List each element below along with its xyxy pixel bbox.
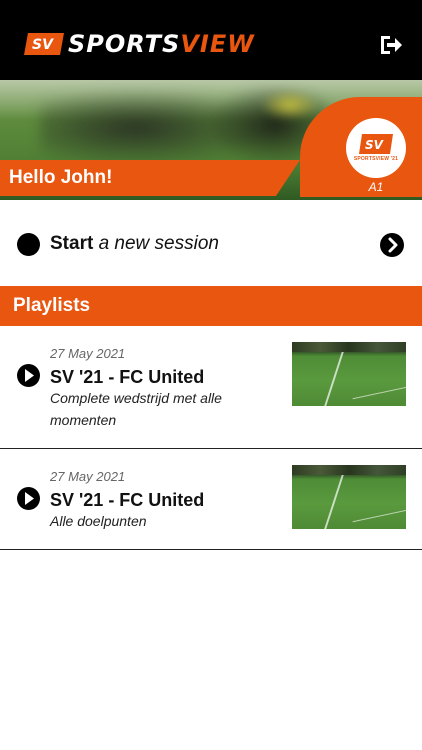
sportsview-logo: SV SPORTSVIEW xyxy=(24,30,255,58)
start-session-label: Start a new session xyxy=(50,233,219,255)
play-icon[interactable] xyxy=(17,487,40,510)
playlist-description: Alle doelpunten xyxy=(50,513,147,529)
playlist-thumbnail[interactable] xyxy=(292,342,406,406)
team-code: A1 xyxy=(368,180,384,194)
divider xyxy=(0,549,422,550)
svg-text:SV: SV xyxy=(32,37,54,53)
sv-badge-icon: SV xyxy=(359,134,393,154)
logo-sports-text: SPORTS xyxy=(68,30,181,58)
greeting-text: Hello John! xyxy=(9,167,113,188)
team-badge-label: SPORTSVIEW '21 xyxy=(353,156,399,162)
start-rest: a new session xyxy=(93,233,219,254)
chevron-right-icon[interactable] xyxy=(380,233,404,257)
app-header: SV SPORTSVIEW xyxy=(0,0,422,80)
start-session-row[interactable]: Start a new session xyxy=(0,200,422,286)
logo-wordmark: SPORTSVIEW xyxy=(68,30,255,58)
playlist-item[interactable]: 27 May 2021 SV '21 - FC United Alle doel… xyxy=(0,449,422,549)
team-badge[interactable]: SV SPORTSVIEW '21 xyxy=(346,118,406,178)
record-icon xyxy=(17,233,40,256)
playlists-header: Playlists xyxy=(0,286,422,326)
playlists-heading: Playlists xyxy=(13,295,91,316)
playlist-date: 27 May 2021 xyxy=(50,469,126,484)
logo-view-text: VIEW xyxy=(180,30,255,58)
play-icon[interactable] xyxy=(17,364,40,387)
logout-icon[interactable] xyxy=(378,32,404,58)
playlist-title: SV '21 - FC United xyxy=(50,367,205,387)
playlist-title: SV '21 - FC United xyxy=(50,490,205,510)
playlist-item[interactable]: 27 May 2021 SV '21 - FC United Complete … xyxy=(0,326,422,448)
sv-logo-icon: SV xyxy=(24,33,64,55)
svg-text:SV: SV xyxy=(365,138,385,152)
playlist-date: 27 May 2021 xyxy=(50,346,126,361)
playlist-thumbnail[interactable] xyxy=(292,465,406,529)
start-bold: Start xyxy=(50,233,94,254)
playlist-description: Complete wedstrijd met alle momenten xyxy=(50,390,222,428)
